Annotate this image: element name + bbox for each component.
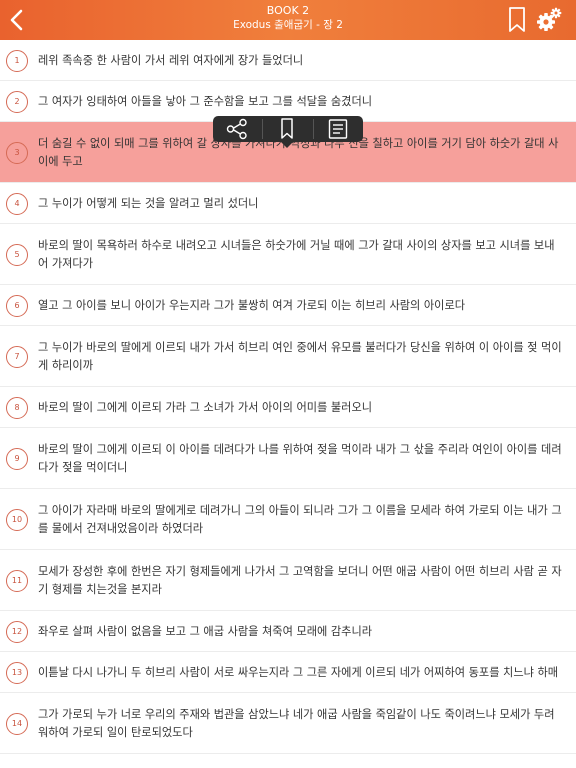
verse-text: 좌우로 살펴 사람이 없음을 보고 그 애굽 사람을 쳐죽여 모래에 감추니라 xyxy=(38,623,568,641)
verse-row[interactable]: 11 모세가 장성한 후에 한번은 자기 형제들에게 나가서 그 고역함을 보더니… xyxy=(0,550,576,611)
verse-text: 열고 그 아이를 보니 아이가 우는지라 그가 불쌍히 여겨 가로되 이는 히브… xyxy=(38,297,568,315)
verse-text-line: 이튿날 다시 나가니 두 히브리 사람이 서로 싸우는지라 그 그른 자에게 이… xyxy=(38,666,559,679)
verse-row[interactable]: 12 좌우로 살펴 사람이 없음을 보고 그 애굽 사람을 쳐죽여 모래에 감추니… xyxy=(0,611,576,652)
verse-number-badge: 14 xyxy=(6,713,28,735)
bookmark-icon xyxy=(281,118,293,139)
verse-text: 레위 족속중 한 사람이 가서 레위 여자에게 장가 들었더니 xyxy=(38,52,568,70)
verse-number-badge: 8 xyxy=(6,397,28,419)
verse-text-line: 를 물에서 건져내었음이라 하였더라 xyxy=(38,522,204,535)
verse-text-line: 그 여자가 잉태하여 아들을 낳아 그 준수함을 보고 그를 석달을 숨겼더니 xyxy=(38,95,373,108)
popup-arrow xyxy=(281,142,293,148)
verse-row[interactable]: 9 바로의 딸이 그에게 이르되 이 아이를 데려다가 나를 위하여 젖을 먹이라… xyxy=(0,428,576,489)
verse-number-badge: 13 xyxy=(6,662,28,684)
verse-text-line: 워하여 가로되 일이 탄로되었도다 xyxy=(38,726,193,739)
bookmark-button[interactable] xyxy=(508,7,526,33)
back-button[interactable] xyxy=(6,6,30,34)
app-header: BOOK 2 Exodus 출애굽기 - 장 2 xyxy=(0,0,576,40)
verse-row[interactable]: 10 그 아이가 자라매 바로의 딸에게로 데려가니 그의 아들이 되니라 그가 … xyxy=(0,489,576,550)
verse-text-line: 다가 젖을 먹이더니 xyxy=(38,461,128,474)
verse-number-badge: 11 xyxy=(6,570,28,592)
verse-text-line: 바로의 딸이 목욕하러 하수로 내려오고 시녀들은 하숫가에 거닐 때에 그가 … xyxy=(38,239,555,252)
popup-bookmark-button[interactable] xyxy=(263,116,311,142)
note-button[interactable] xyxy=(314,116,362,142)
verse-text: 바로의 딸이 그에게 이르되 가라 그 소녀가 가서 아이의 어미를 불러오니 xyxy=(38,399,568,417)
verse-text-line: 이에 두고 xyxy=(38,155,83,168)
verse-text: 바로의 딸이 목욕하러 하수로 내려오고 시녀들은 하숫가에 거닐 때에 그가 … xyxy=(38,237,568,273)
verse-text-line: 게 하리이까 xyxy=(38,359,94,372)
verse-number-badge: 4 xyxy=(6,193,28,215)
verse-number-badge: 7 xyxy=(6,346,28,368)
verse-row[interactable]: 6 열고 그 아이를 보니 아이가 우는지라 그가 불쌍히 여겨 가로되 이는 히… xyxy=(0,285,576,326)
share-icon xyxy=(226,118,247,140)
verse-text-line: 그 아이가 자라매 바로의 딸에게로 데려가니 그의 아들이 되니라 그가 그 … xyxy=(38,504,562,517)
verse-text-line: 어 가져다가 xyxy=(38,257,94,270)
verse-text-line: 바로의 딸이 그에게 이르되 가라 그 소녀가 가서 아이의 어미를 불러오니 xyxy=(38,401,373,414)
chapter-title: Exodus 출애굽기 - 장 2 xyxy=(233,19,343,31)
book-label: BOOK 2 xyxy=(266,4,310,17)
settings-button[interactable] xyxy=(535,6,563,34)
verse-text: 이튿날 다시 나가니 두 히브리 사람이 서로 싸우는지라 그 그른 자에게 이… xyxy=(38,664,568,682)
verse-action-popup xyxy=(213,116,363,148)
verse-text-line: 그 누이가 바로의 딸에게 이르되 내가 가서 히브리 여인 중에서 유모를 불… xyxy=(38,341,562,354)
verse-row[interactable]: 5 바로의 딸이 목욕하러 하수로 내려오고 시녀들은 하숫가에 거닐 때에 그가… xyxy=(0,224,576,285)
verse-number-badge: 9 xyxy=(6,448,28,470)
verse-row[interactable]: 7 그 누이가 바로의 딸에게 이르되 내가 가서 히브리 여인 중에서 유모를 … xyxy=(0,326,576,387)
verse-text-line: 바로의 딸이 그에게 이르되 이 아이를 데려다가 나를 위하여 젖을 먹이라 … xyxy=(38,443,562,456)
share-button[interactable] xyxy=(213,116,261,142)
verse-text-line: 좌우로 살펴 사람이 없음을 보고 그 애굽 사람을 쳐죽여 모래에 감추니라 xyxy=(38,625,373,638)
verse-text: 그 아이가 자라매 바로의 딸에게로 데려가니 그의 아들이 되니라 그가 그 … xyxy=(38,502,568,538)
verse-text-line: 그가 가로되 누가 너로 우리의 주재와 법관을 삼았느냐 네가 애굽 사람을 … xyxy=(38,708,555,721)
verse-text: 그 누이가 어떻게 되는 것을 알려고 멀리 섰더니 xyxy=(38,195,568,213)
verse-row[interactable]: 13 이튿날 다시 나가니 두 히브리 사람이 서로 싸우는지라 그 그른 자에게… xyxy=(0,652,576,693)
verse-number-badge: 10 xyxy=(6,509,28,531)
verse-text: 바로의 딸이 그에게 이르되 이 아이를 데려다가 나를 위하여 젖을 먹이라 … xyxy=(38,441,568,477)
verse-row[interactable]: 1 레위 족속중 한 사람이 가서 레위 여자에게 장가 들었더니 xyxy=(0,40,576,81)
verse-number-badge: 6 xyxy=(6,295,28,317)
verse-text-line: 레위 족속중 한 사람이 가서 레위 여자에게 장가 들었더니 xyxy=(38,54,304,67)
chevron-left-icon xyxy=(10,9,23,31)
verse-text: 그가 가로되 누가 너로 우리의 주재와 법관을 삼았느냐 네가 애굽 사람을 … xyxy=(38,706,568,742)
verse-text-line: 열고 그 아이를 보니 아이가 우는지라 그가 불쌍히 여겨 가로되 이는 히브… xyxy=(38,299,466,312)
note-icon xyxy=(328,119,348,139)
verse-number-badge: 5 xyxy=(6,244,28,266)
verse-text-line: 기 형제를 치는것을 본지라 xyxy=(38,583,162,596)
verse-row[interactable]: 8 바로의 딸이 그에게 이르되 가라 그 소녀가 가서 아이의 어미를 불러오니 xyxy=(0,387,576,428)
verse-text-line: 모세가 장성한 후에 한번은 자기 형제들에게 나가서 그 고역함을 보더니 어… xyxy=(38,565,562,578)
verse-number-badge: 12 xyxy=(6,621,28,643)
verse-text-line: 그 누이가 어떻게 되는 것을 알려고 멀리 섰더니 xyxy=(38,197,259,210)
verse-text: 그 누이가 바로의 딸에게 이르되 내가 가서 히브리 여인 중에서 유모를 불… xyxy=(38,339,568,375)
verse-number-badge: 1 xyxy=(6,50,28,72)
verse-row[interactable]: 4 그 누이가 어떻게 되는 것을 알려고 멀리 섰더니 xyxy=(0,183,576,224)
header-title: BOOK 2 Exodus 출애굽기 - 장 2 xyxy=(160,4,416,32)
bookmark-icon xyxy=(509,7,525,32)
verse-number-badge: 2 xyxy=(6,91,28,113)
verse-text: 모세가 장성한 후에 한번은 자기 형제들에게 나가서 그 고역함을 보더니 어… xyxy=(38,563,568,599)
gear-icon xyxy=(537,7,562,31)
verse-row[interactable]: 14 그가 가로되 누가 너로 우리의 주재와 법관을 삼았느냐 네가 애굽 사람… xyxy=(0,693,576,754)
verse-text: 그 여자가 잉태하여 아들을 낳아 그 준수함을 보고 그를 석달을 숨겼더니 xyxy=(38,93,568,111)
verse-number-badge: 3 xyxy=(6,142,28,164)
